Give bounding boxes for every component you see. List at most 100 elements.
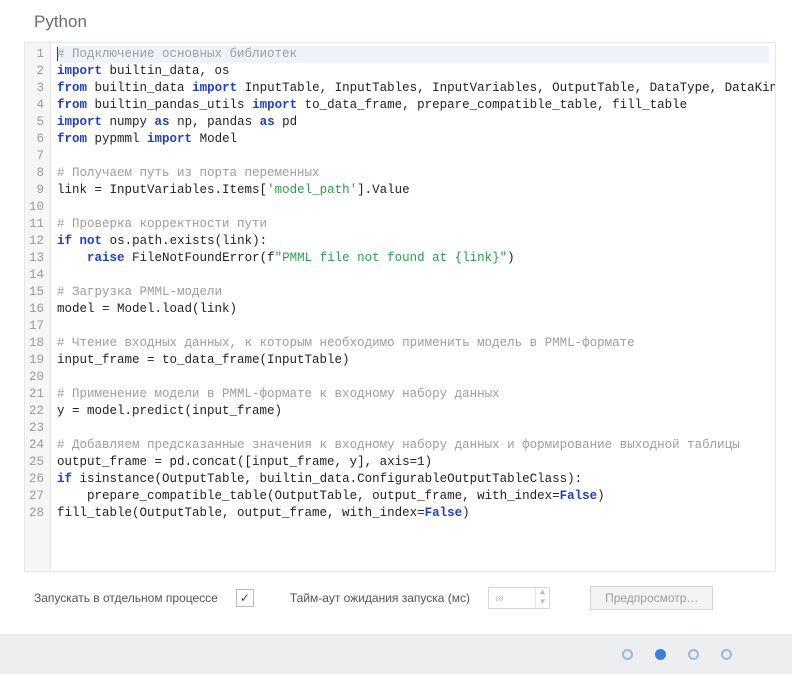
timeout-spinner[interactable]: ▲ ▼ — [488, 587, 550, 609]
code-line[interactable]: from builtin_pandas_utils import to_data… — [57, 97, 769, 114]
code-line[interactable]: # Добавляем предсказанные значения к вхо… — [57, 437, 769, 454]
code-line[interactable]: import builtin_data, os — [57, 63, 769, 80]
code-line[interactable] — [57, 318, 769, 335]
code-token: 'model_path' — [267, 183, 357, 197]
line-number: 9 — [29, 182, 44, 199]
run-separate-label: Запускать в отдельном процессе — [34, 591, 218, 605]
code-line[interactable]: prepare_compatible_table(OutputTable, ou… — [57, 488, 769, 505]
line-number: 24 — [29, 437, 44, 454]
code-token: if — [57, 234, 72, 248]
code-line[interactable]: # Подключение основных библиотек — [57, 46, 769, 63]
preview-button[interactable]: Предпросмотр… — [590, 586, 713, 610]
timeout-input[interactable] — [489, 588, 535, 608]
line-number: 10 — [29, 199, 44, 216]
code-token: os.path.exists(link): — [102, 234, 267, 248]
code-token — [57, 251, 87, 265]
code-token: from — [57, 98, 87, 112]
code-token: # Добавляем предсказанные значения к вхо… — [57, 438, 740, 452]
code-token: not — [80, 234, 103, 248]
code-line[interactable] — [57, 199, 769, 216]
code-line[interactable]: if not os.path.exists(link): — [57, 233, 769, 250]
code-token: output_frame = pd.concat([input_frame, y… — [57, 455, 432, 469]
panel-title: Python — [6, 0, 786, 42]
code-token: to_data_frame, prepare_compatible_table,… — [297, 98, 687, 112]
editor-footer: Запускать в отдельном процессе ✓ Тайм-ау… — [6, 572, 786, 618]
code-token: False — [425, 506, 463, 520]
code-line[interactable] — [57, 148, 769, 165]
line-number: 21 — [29, 386, 44, 403]
timeout-label: Тайм-аут ожидания запуска (мс) — [290, 591, 470, 605]
code-token: model = Model.load(link) — [57, 302, 237, 316]
line-number: 13 — [29, 250, 44, 267]
code-token: # Подключение основных библиотек — [57, 47, 297, 61]
code-token: link = InputVariables.Items[ — [57, 183, 267, 197]
code-line[interactable] — [57, 369, 769, 386]
code-line[interactable]: from builtin_data import InputTable, Inp… — [57, 80, 769, 97]
pagination-dot[interactable] — [655, 649, 666, 660]
line-number: 1 — [29, 46, 44, 63]
line-number: 26 — [29, 471, 44, 488]
code-token: y = model.predict(input_frame) — [57, 404, 282, 418]
line-number: 20 — [29, 369, 44, 386]
code-token: raise — [87, 251, 125, 265]
code-line[interactable]: # Применение модели в PMML-формате к вхо… — [57, 386, 769, 403]
code-line[interactable]: link = InputVariables.Items['model_path'… — [57, 182, 769, 199]
code-token: numpy — [102, 115, 155, 129]
code-token: import — [57, 64, 102, 78]
code-editor[interactable]: 1234567891011121314151617181920212223242… — [24, 42, 776, 572]
code-line[interactable]: raise FileNotFoundError(f"PMML file not … — [57, 250, 769, 267]
line-number: 27 — [29, 488, 44, 505]
code-line[interactable] — [57, 267, 769, 284]
code-token: # Применение модели в PMML-формате к вхо… — [57, 387, 500, 401]
code-token: # Чтение входных данных, к которым необх… — [57, 336, 635, 350]
line-number: 17 — [29, 318, 44, 335]
code-line[interactable]: # Загрузка PMML-модели — [57, 284, 769, 301]
code-token: builtin_pandas_utils — [87, 98, 252, 112]
line-number: 12 — [29, 233, 44, 250]
code-area[interactable]: # Подключение основных библиотек import b… — [51, 43, 775, 571]
code-line[interactable]: input_frame = to_data_frame(InputTable) — [57, 352, 769, 369]
code-token: # Загрузка PMML-модели — [57, 285, 222, 299]
code-token: Model — [192, 132, 237, 146]
code-line[interactable]: from pypmml import Model — [57, 131, 769, 148]
code-line[interactable]: # Проверка корректности пути — [57, 216, 769, 233]
line-number: 22 — [29, 403, 44, 420]
code-token: fill_table(OutputTable, output_frame, wi… — [57, 506, 425, 520]
code-line[interactable]: if isinstance(OutputTable, builtin_data.… — [57, 471, 769, 488]
pagination-dot[interactable] — [622, 649, 633, 660]
code-line[interactable]: y = model.predict(input_frame) — [57, 403, 769, 420]
line-number: 4 — [29, 97, 44, 114]
code-token: FileNotFoundError(f — [125, 251, 275, 265]
pagination-dot[interactable] — [721, 649, 732, 660]
code-line[interactable]: output_frame = pd.concat([input_frame, y… — [57, 454, 769, 471]
code-token: isinstance(OutputTable, builtin_data.Con… — [72, 472, 582, 486]
code-token: if — [57, 472, 72, 486]
code-token: np, pandas — [170, 115, 260, 129]
code-line[interactable]: fill_table(OutputTable, output_frame, wi… — [57, 505, 769, 522]
code-token: # Проверка корректности пути — [57, 217, 267, 231]
code-token: pypmml — [87, 132, 147, 146]
code-token: import — [252, 98, 297, 112]
run-separate-checkbox[interactable]: ✓ — [236, 589, 254, 607]
code-line[interactable]: # Чтение входных данных, к которым необх… — [57, 335, 769, 352]
pagination-dot[interactable] — [688, 649, 699, 660]
code-line[interactable] — [57, 420, 769, 437]
code-line[interactable]: import numpy as np, pandas as pd — [57, 114, 769, 131]
line-number-gutter: 1234567891011121314151617181920212223242… — [25, 43, 51, 571]
code-line[interactable]: model = Model.load(link) — [57, 301, 769, 318]
code-token: False — [560, 489, 598, 503]
code-token: as — [155, 115, 170, 129]
line-number: 25 — [29, 454, 44, 471]
code-line[interactable]: # Получаем путь из порта переменных — [57, 165, 769, 182]
line-number: 7 — [29, 148, 44, 165]
line-number: 15 — [29, 284, 44, 301]
line-number: 18 — [29, 335, 44, 352]
pagination-dots — [0, 634, 792, 674]
line-number: 5 — [29, 114, 44, 131]
code-token: import — [192, 81, 237, 95]
line-number: 2 — [29, 63, 44, 80]
code-token: import — [147, 132, 192, 146]
spinner-down-icon[interactable]: ▼ — [536, 598, 549, 608]
code-token: ) — [597, 489, 605, 503]
line-number: 3 — [29, 80, 44, 97]
